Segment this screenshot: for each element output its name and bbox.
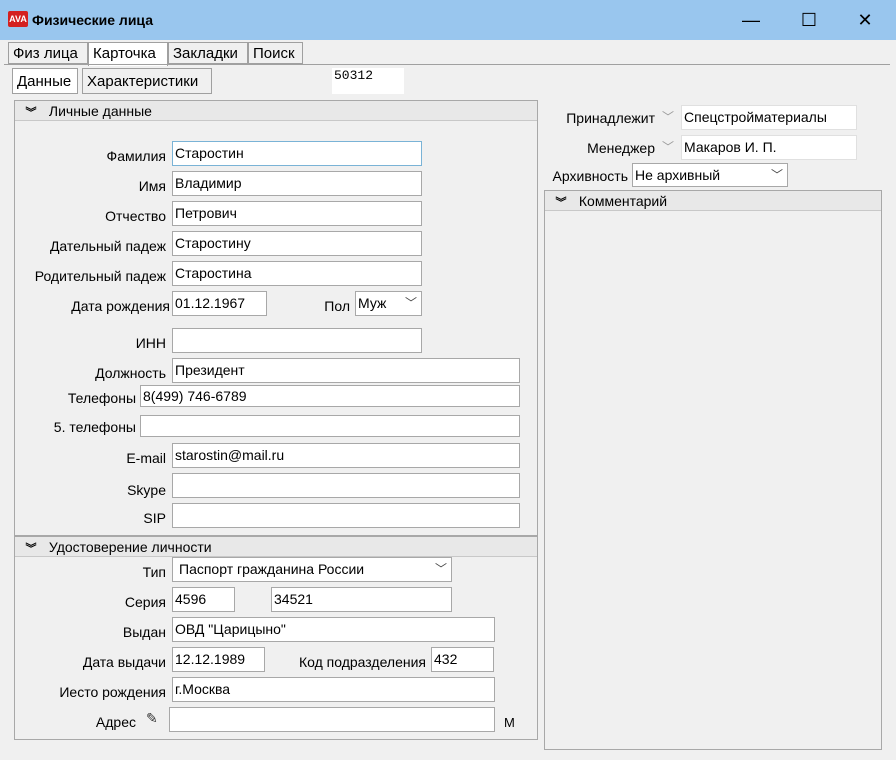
- archive-label: Архивность: [552, 168, 628, 184]
- issue-date-field[interactable]: 12.12.1989: [172, 647, 265, 672]
- subtab-data[interactable]: Данные: [12, 68, 78, 94]
- personal-data-header[interactable]: ︾ Личные данные: [15, 101, 537, 121]
- tab-divider: [4, 64, 890, 65]
- patronymic-field[interactable]: Петрович: [172, 201, 422, 226]
- birthdate-label: Дата рождения: [71, 298, 170, 314]
- address-field[interactable]: [169, 707, 495, 732]
- archive-value: Не архивный: [635, 167, 721, 183]
- chevron-down-icon[interactable]: ﹀: [662, 108, 674, 125]
- email-label: E-mail: [126, 450, 166, 466]
- double-chevron-down-icon: ︾: [25, 543, 37, 555]
- series-field[interactable]: 4596: [172, 587, 235, 612]
- doc-type-value: Паспорт гражданина России: [179, 561, 365, 577]
- tab-card[interactable]: Карточка: [88, 42, 168, 66]
- identity-header[interactable]: ︾ Удостоверение личности: [15, 537, 537, 557]
- chevron-down-icon: ﹀: [770, 168, 783, 182]
- gender-label: Пол: [324, 298, 350, 314]
- genitive-field[interactable]: Старостина: [172, 261, 422, 286]
- phones-label: Телефоны: [67, 390, 136, 406]
- extra-phones-label: 5. телефоны: [53, 419, 136, 435]
- position-label: Должность: [95, 365, 166, 381]
- double-chevron-down-icon: ︾: [25, 107, 37, 119]
- inn-field[interactable]: [172, 328, 422, 353]
- gender-value: Муж: [358, 295, 387, 311]
- section-title: Личные данные: [48, 103, 152, 119]
- comment-area[interactable]: [545, 211, 881, 749]
- manager-field[interactable]: Макаров И. П.: [681, 135, 857, 160]
- name-label: Имя: [138, 178, 166, 194]
- chevron-down-icon[interactable]: ﹀: [662, 138, 674, 155]
- dept-code-label: Код подразделения: [298, 654, 426, 670]
- issued-field[interactable]: ОВД "Царицыно": [172, 617, 495, 642]
- section-title: Комментарий: [578, 193, 668, 209]
- sip-label: SIP: [143, 510, 166, 526]
- record-id: 50312: [332, 68, 404, 94]
- maximize-icon[interactable]: ☐: [786, 6, 832, 34]
- window-title: Физические лица: [32, 12, 153, 28]
- tab-bookmarks[interactable]: Закладки: [168, 42, 248, 64]
- dept-code-field[interactable]: 432: [431, 647, 494, 672]
- manager-label: Менеджер: [587, 140, 655, 156]
- address-label: Адрес: [95, 714, 136, 730]
- birthplace-label: Иесто рождения: [59, 684, 166, 700]
- owner-label: Принадлежит: [566, 110, 655, 126]
- double-chevron-down-icon: ︾: [555, 197, 567, 209]
- owner-field[interactable]: Спецстройматериалы: [681, 105, 857, 130]
- inn-label: ИНН: [135, 335, 166, 351]
- pencil-icon[interactable]: ✎: [146, 710, 164, 728]
- series-label: Серия: [124, 594, 166, 610]
- tab-search[interactable]: Поиск: [248, 42, 303, 64]
- genitive-label: Родительный падеж: [34, 268, 166, 284]
- chevron-down-icon: ﹀: [404, 296, 417, 310]
- doc-type-label: Тип: [142, 564, 166, 580]
- extra-phones-field[interactable]: [140, 415, 520, 437]
- app-logo-icon: AVA: [8, 11, 28, 27]
- chevron-down-icon: ﹀: [434, 562, 447, 576]
- patronymic-label: Отчество: [105, 208, 166, 224]
- comment-panel: ︾ Комментарий: [544, 190, 882, 750]
- email-field[interactable]: starostin@mail.ru: [172, 443, 520, 468]
- subtab-characteristics[interactable]: Характеристики: [82, 68, 212, 94]
- doc-type-select[interactable]: Паспорт гражданина России ﹀: [172, 557, 452, 582]
- sip-field[interactable]: [172, 503, 520, 528]
- section-title: Удостоверение личности: [48, 539, 212, 555]
- surname-label: Фамилия: [106, 148, 166, 164]
- minimize-icon[interactable]: —: [728, 6, 774, 34]
- position-field[interactable]: Президент: [172, 358, 520, 383]
- birthdate-field[interactable]: 01.12.1967: [172, 291, 267, 316]
- archive-select[interactable]: Не архивный ﹀: [632, 163, 788, 187]
- birthplace-field[interactable]: г.Москва: [172, 677, 495, 702]
- surname-field[interactable]: Старостин: [172, 141, 422, 166]
- name-field[interactable]: Владимир: [172, 171, 422, 196]
- dative-field[interactable]: Старостину: [172, 231, 422, 256]
- skype-label: Skype: [127, 482, 166, 498]
- tab-individuals[interactable]: Физ лица: [8, 42, 88, 64]
- gender-select[interactable]: Муж ﹀: [355, 291, 422, 316]
- address-suffix: М: [504, 715, 515, 730]
- issued-label: Выдан: [122, 624, 166, 640]
- issue-date-label: Дата выдачи: [82, 654, 166, 670]
- phones-field[interactable]: 8(499) 746-6789: [140, 385, 520, 407]
- dative-label: Дательный падеж: [49, 238, 166, 254]
- number-field[interactable]: 34521: [271, 587, 452, 612]
- comment-header[interactable]: ︾ Комментарий: [545, 191, 881, 211]
- close-icon[interactable]: ✕: [842, 6, 888, 34]
- skype-field[interactable]: [172, 473, 520, 498]
